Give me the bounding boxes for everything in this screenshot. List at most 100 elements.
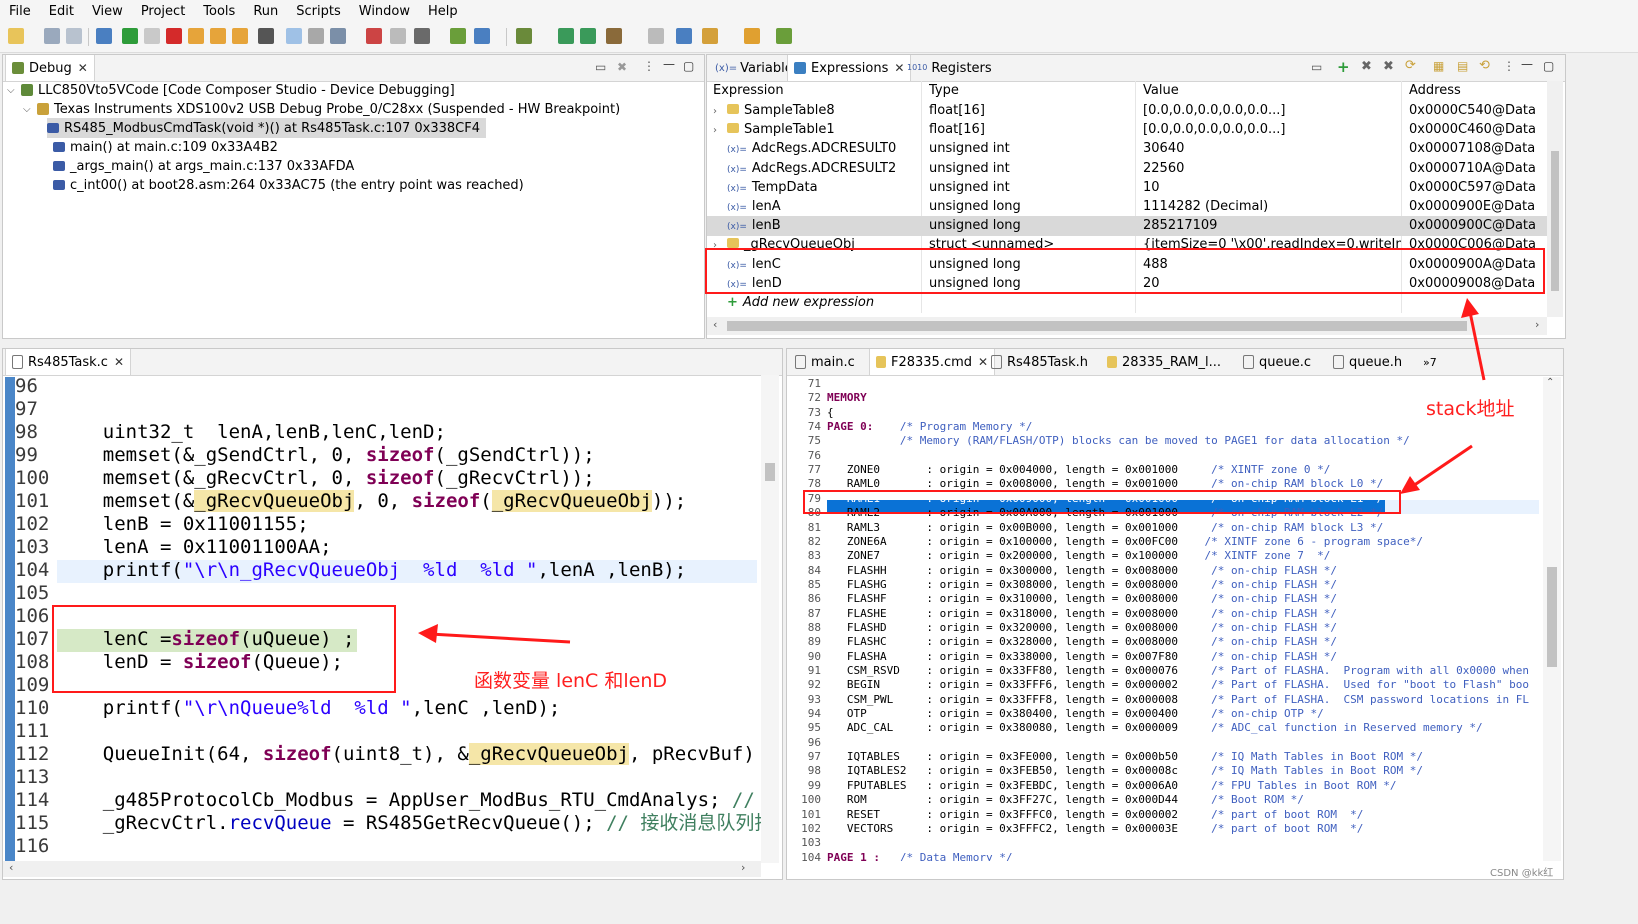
forward-icon[interactable] xyxy=(744,28,760,44)
vertical-scrollbar[interactable]: ⌃ xyxy=(1543,377,1561,861)
menu-file[interactable]: File xyxy=(0,4,40,19)
build-icon[interactable] xyxy=(450,28,466,44)
scroll-thumb[interactable] xyxy=(1547,567,1557,667)
add-new-expression-row[interactable]: + Add new expression xyxy=(707,293,1547,313)
column-header-address[interactable]: Address xyxy=(1409,81,1547,101)
column-header-expression[interactable]: Expression xyxy=(713,81,923,101)
tools-icon[interactable] xyxy=(606,28,622,44)
reset-icon[interactable] xyxy=(414,28,430,44)
vertical-scrollbar[interactable] xyxy=(1547,81,1563,317)
scroll-left-icon[interactable]: ‹ xyxy=(713,318,717,331)
scroll-left-icon[interactable]: ‹ xyxy=(9,861,13,874)
tab-rs485task-c[interactable]: Rs485Task.c ✕ xyxy=(5,349,132,375)
restart-icon[interactable] xyxy=(286,28,302,44)
expression-row[interactable]: (x)= lenA unsigned long 1114282 (Decimal) 0x… xyxy=(707,197,1547,217)
tab-f28335-cmd[interactable]: F28335.cmd ✕ xyxy=(869,349,996,375)
terminate-icon[interactable] xyxy=(166,28,182,44)
expression-name-cell[interactable]: (x)= TempData xyxy=(713,178,923,198)
expression-name-cell[interactable]: (x)= lenB xyxy=(713,216,923,236)
debug-session-row[interactable]: ⌵ LLC850Vto5VCode [Code Composer Studio … xyxy=(7,80,455,100)
close-icon[interactable]: ✕ xyxy=(114,355,124,369)
maximize-icon[interactable]: ▢ xyxy=(683,59,694,73)
search-icon[interactable] xyxy=(676,28,692,44)
tab-main-c[interactable]: main.c xyxy=(789,349,861,375)
grid-icon[interactable] xyxy=(258,28,274,44)
menu-scripts[interactable]: Scripts xyxy=(287,4,349,19)
next-annotation-icon[interactable] xyxy=(558,28,574,44)
skip-breakpoints-icon[interactable] xyxy=(390,28,406,44)
column-header-type[interactable]: Type xyxy=(929,81,1139,101)
menu-run[interactable]: Run xyxy=(244,4,287,19)
view-menu-icon[interactable]: ⋮ xyxy=(643,59,655,73)
tab-overflow[interactable]: »7 xyxy=(1417,349,1443,375)
menu-help[interactable]: Help xyxy=(419,4,467,19)
menu-window[interactable]: Window xyxy=(350,4,419,19)
expression-row[interactable]: › SampleTable8 float[16] [0.0,0.0,0.0,0.0,0… xyxy=(707,101,1547,121)
expression-value-cell[interactable]: 10 xyxy=(1143,178,1401,198)
settings-icon[interactable] xyxy=(516,28,532,44)
column-header-value[interactable]: Value xyxy=(1143,81,1401,101)
expression-value-cell[interactable]: [0.0,0.0,0.0,0.0,0.0...] xyxy=(1143,101,1401,121)
suspend-icon[interactable] xyxy=(144,28,160,44)
horizontal-scrollbar[interactable]: ‹ › xyxy=(3,861,761,877)
import-icon[interactable]: ▦ xyxy=(1433,59,1444,73)
expression-row[interactable]: › SampleTable1 float[16] [0.0,0.0,0.0,0.0,0… xyxy=(707,120,1547,140)
tab-registers[interactable]: 1010 Registers xyxy=(901,55,998,81)
resume-icon[interactable] xyxy=(122,28,138,44)
remove-terminated-icon[interactable]: ✖ xyxy=(617,60,627,74)
minimize-icon[interactable]: — xyxy=(663,57,675,71)
tab-queue-h[interactable]: queue.h xyxy=(1327,349,1408,375)
stack-frame-row[interactable]: _args_main() at args_main.c:137 0x33AFDA xyxy=(53,156,354,176)
expression-name-cell[interactable]: › SampleTable8 xyxy=(713,101,923,121)
expression-name-cell[interactable]: (x)= AdcRegs.ADCRESULT0 xyxy=(713,139,923,159)
add-expression-icon[interactable]: + xyxy=(1337,58,1350,76)
menu-tools[interactable]: Tools xyxy=(194,4,244,19)
expression-value-cell[interactable]: 1114282 (Decimal) xyxy=(1143,197,1401,217)
load-icon[interactable] xyxy=(330,28,346,44)
stack-frame-row[interactable]: main() at main.c:109 0x33A4B2 xyxy=(53,137,278,157)
step-over-icon[interactable] xyxy=(210,28,226,44)
expression-value-cell[interactable]: [0.0,0.0,0.0,0.0,0.0...] xyxy=(1143,120,1401,140)
expression-name-cell[interactable]: (x)= AdcRegs.ADCRESULT2 xyxy=(713,159,923,179)
debug-probe-row[interactable]: ⌵ Texas Instruments XDS100v2 USB Debug P… xyxy=(23,99,620,119)
collapse-all-icon[interactable]: ▭ xyxy=(1311,60,1322,74)
connect-icon[interactable] xyxy=(308,28,324,44)
scroll-right-icon[interactable]: › xyxy=(1535,318,1539,331)
minimize-icon[interactable]: — xyxy=(1521,57,1533,71)
open-perspective-icon[interactable] xyxy=(776,28,792,44)
expression-name-cell[interactable]: › SampleTable1 xyxy=(713,120,923,140)
step-into-icon[interactable] xyxy=(188,28,204,44)
step-return-icon[interactable] xyxy=(232,28,248,44)
flash-icon[interactable] xyxy=(474,28,490,44)
tab-expressions[interactable]: Expressions ✕ xyxy=(787,55,912,81)
run-tools-icon[interactable] xyxy=(702,28,718,44)
scroll-thumb[interactable] xyxy=(727,321,1467,331)
remove-all-icon[interactable]: ✖ xyxy=(1383,59,1394,74)
debug-icon[interactable] xyxy=(96,28,112,44)
breakpoint-icon[interactable] xyxy=(366,28,382,44)
tab-rs485task-h[interactable]: Rs485Task.h xyxy=(985,349,1094,375)
stack-frame-row[interactable]: c_int00() at boot28.asm:264 0x33AC75 (th… xyxy=(53,175,524,195)
stack-frame-row[interactable]: RS485_ModbusCmdTask(void *)() at Rs485Ta… xyxy=(47,118,486,138)
expression-value-cell[interactable]: 22560 xyxy=(1143,159,1401,179)
expression-row[interactable]: (x)= lenB unsigned long 285217109 0x0000900C… xyxy=(707,216,1547,237)
expression-row[interactable]: (x)= AdcRegs.ADCRESULT0 unsigned int 30640 0… xyxy=(707,139,1547,159)
tab-queue-c[interactable]: queue.c xyxy=(1237,349,1317,375)
collapse-all-icon[interactable]: ▭ xyxy=(595,60,606,74)
tab-debug[interactable]: Debug ✕ xyxy=(5,55,95,81)
expression-value-cell[interactable]: 30640 xyxy=(1143,139,1401,159)
save-icon[interactable] xyxy=(44,28,60,44)
horizontal-scrollbar[interactable]: ‹ › xyxy=(707,317,1547,335)
view-menu-icon[interactable]: ⋮ xyxy=(1503,59,1515,73)
menu-view[interactable]: View xyxy=(83,4,132,19)
maximize-icon[interactable]: ▢ xyxy=(1543,59,1554,73)
continuous-refresh-icon[interactable]: ⟲ xyxy=(1479,58,1490,73)
menu-project[interactable]: Project xyxy=(132,4,194,19)
close-icon[interactable]: ✕ xyxy=(78,61,88,75)
console-icon[interactable] xyxy=(648,28,664,44)
new-icon[interactable] xyxy=(8,28,24,44)
tab-28335-ram[interactable]: 28335_RAM_l... xyxy=(1101,349,1227,375)
vertical-scrollbar[interactable] xyxy=(761,375,779,863)
save-all-icon[interactable] xyxy=(66,28,82,44)
scroll-up-icon[interactable]: ⌃ xyxy=(1546,377,1554,388)
